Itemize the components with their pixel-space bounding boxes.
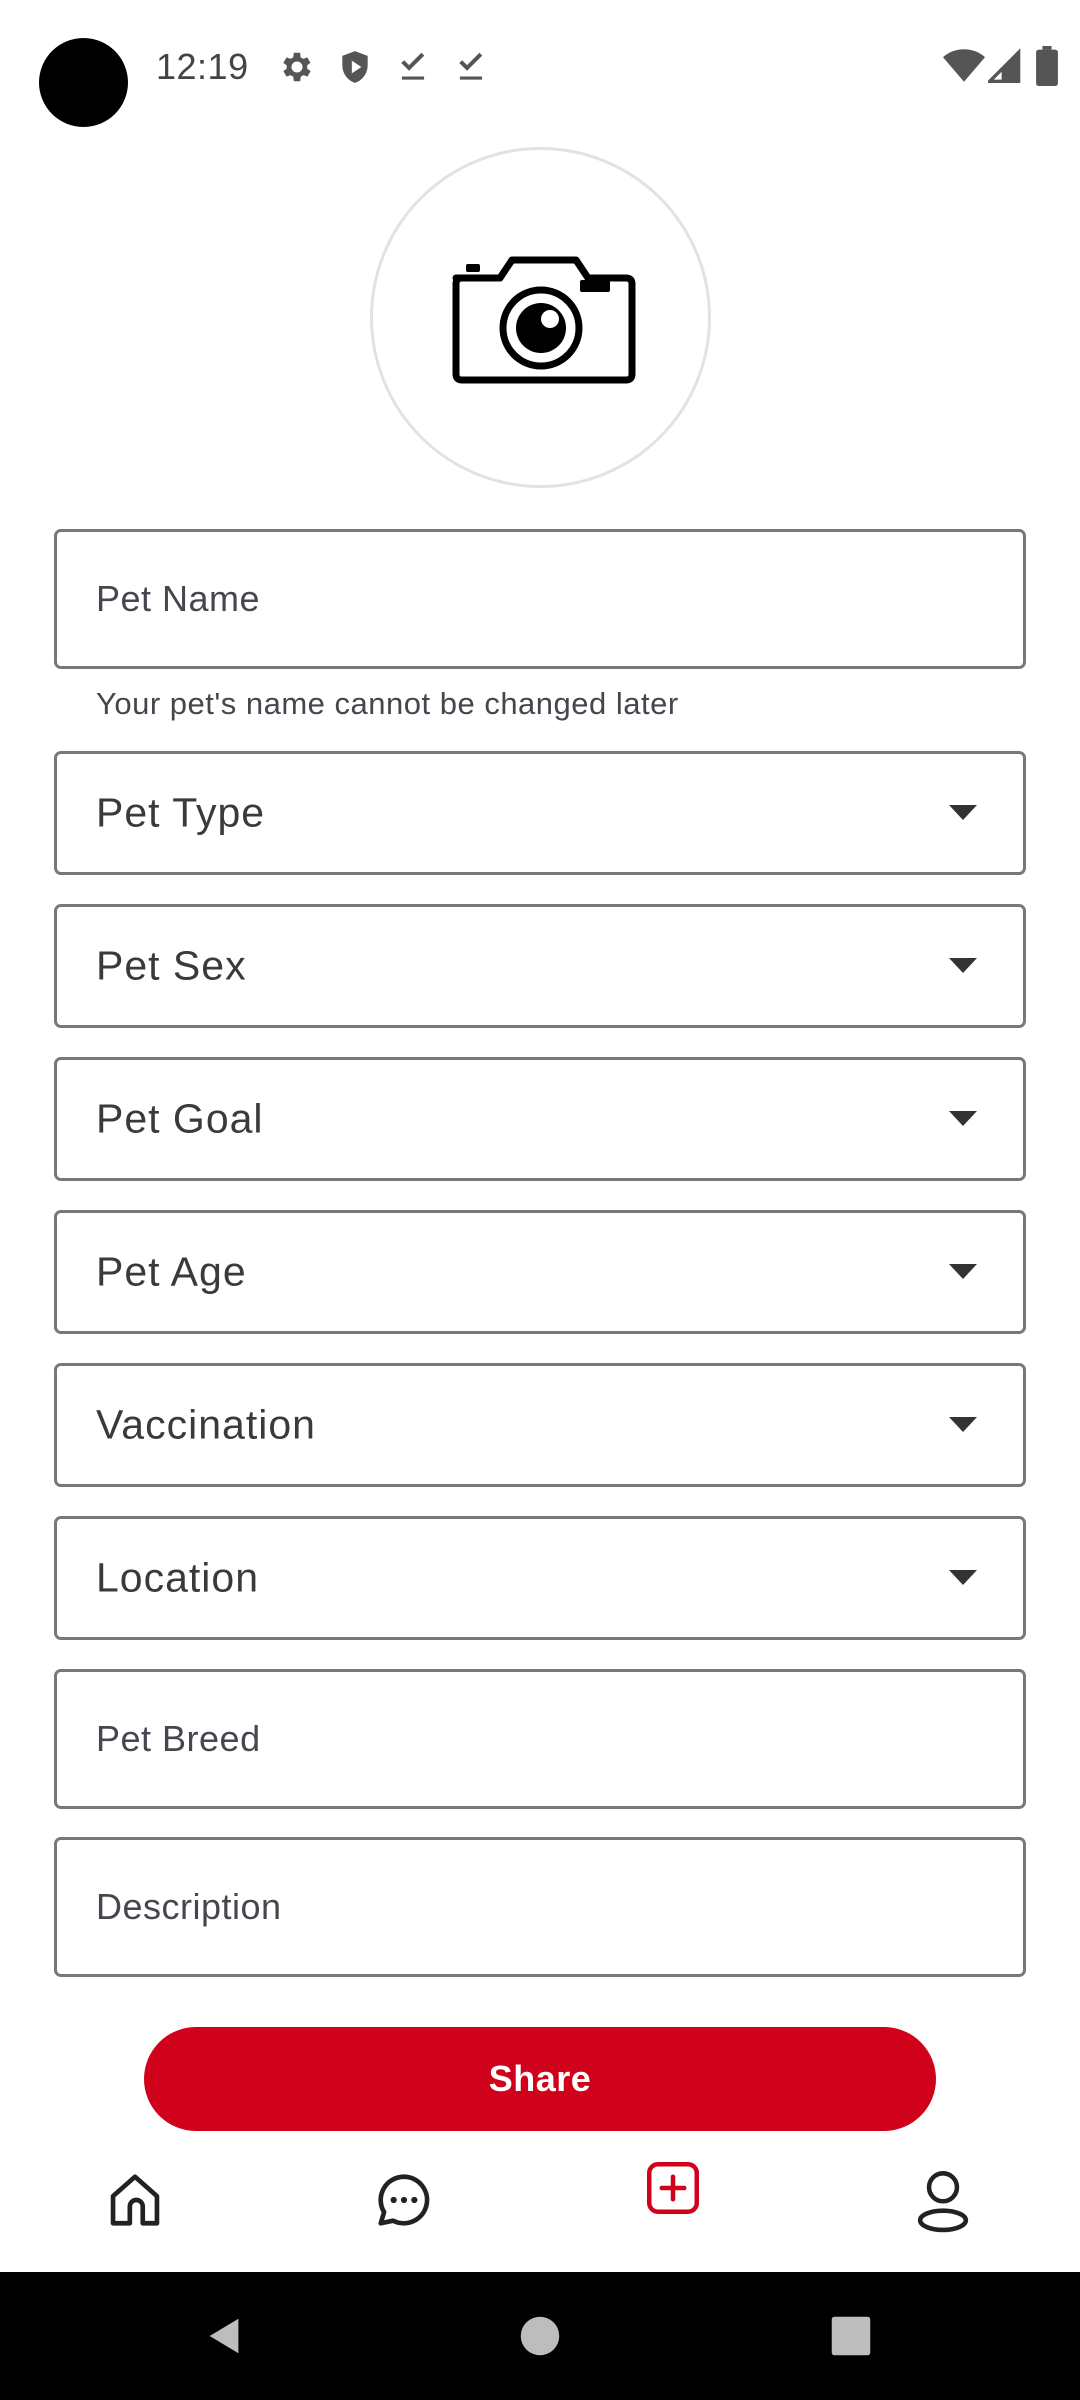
recents-icon <box>831 2316 871 2356</box>
vaccination-label: Vaccination <box>96 1401 316 1448</box>
back-button[interactable] <box>180 2272 270 2400</box>
bottom-navigation <box>0 2150 1080 2272</box>
pet-goal-label: Pet Goal <box>96 1095 264 1142</box>
wifi-icon <box>943 49 985 82</box>
nav-add-post[interactable] <box>633 2150 713 2250</box>
pet-breed-placeholder: Pet Breed <box>96 1718 261 1759</box>
dropdown-arrow-icon <box>949 1417 977 1432</box>
pet-type-dropdown[interactable]: Pet Type <box>54 751 1026 875</box>
status-bar: 12:19 <box>0 0 1080 130</box>
pet-name-placeholder: Pet Name <box>96 578 261 619</box>
home-circle-icon <box>520 2316 560 2356</box>
pet-goal-dropdown[interactable]: Pet Goal <box>54 1057 1026 1181</box>
dropdown-arrow-icon <box>949 1111 977 1126</box>
download-done-icon <box>401 52 425 80</box>
description-placeholder: Description <box>96 1886 282 1927</box>
pet-name-input[interactable]: Pet Name <box>54 529 1026 669</box>
pet-sex-dropdown[interactable]: Pet Sex <box>54 904 1026 1028</box>
camera-icon <box>452 256 635 383</box>
recents-button[interactable] <box>806 2272 896 2400</box>
back-icon <box>209 2318 239 2354</box>
shield-icon <box>342 51 368 83</box>
dropdown-arrow-icon <box>949 1264 977 1279</box>
location-dropdown[interactable]: Location <box>54 1516 1026 1640</box>
download-done-icon <box>459 52 483 80</box>
description-input[interactable]: Description <box>54 1837 1026 1977</box>
share-button[interactable]: Share <box>144 2027 936 2131</box>
nav-home[interactable] <box>95 2150 175 2250</box>
pet-age-dropdown[interactable]: Pet Age <box>54 1210 1026 1334</box>
location-label: Location <box>96 1554 260 1601</box>
dropdown-arrow-icon <box>949 958 977 973</box>
add-post-icon <box>647 2162 699 2214</box>
settings-icon <box>283 52 311 82</box>
dropdown-arrow-icon <box>949 805 977 820</box>
pet-sex-label: Pet Sex <box>96 942 247 989</box>
pet-breed-input[interactable]: Pet Breed <box>54 1669 1026 1809</box>
nav-messages[interactable] <box>364 2150 444 2250</box>
home-icon <box>110 2174 160 2226</box>
chat-icon <box>378 2174 430 2226</box>
system-navigation-bar <box>0 2272 1080 2400</box>
home-button[interactable] <box>495 2272 585 2400</box>
pet-photo-picker[interactable] <box>370 147 711 488</box>
pet-age-label: Pet Age <box>96 1248 247 1295</box>
pet-type-label: Pet Type <box>96 789 266 836</box>
nav-profile[interactable] <box>903 2150 983 2250</box>
signal-icon <box>988 48 1021 83</box>
dropdown-arrow-icon <box>949 1570 977 1585</box>
camera-cutout <box>39 38 128 127</box>
battery-icon <box>1036 46 1058 86</box>
status-time: 12:19 <box>156 46 249 87</box>
profile-icon <box>917 2171 969 2233</box>
vaccination-dropdown[interactable]: Vaccination <box>54 1363 1026 1487</box>
pet-name-helper-text: Your pet's name cannot be changed later <box>96 686 679 721</box>
